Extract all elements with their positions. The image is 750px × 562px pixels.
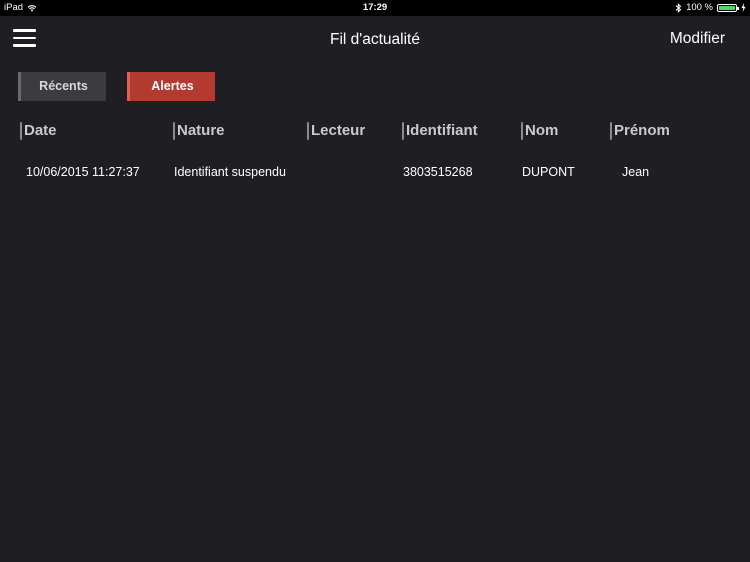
bluetooth-icon	[675, 2, 682, 13]
column-header-prenom[interactable]: Prénom	[610, 118, 670, 144]
column-header-date[interactable]: Date	[20, 118, 57, 144]
column-divider	[173, 122, 175, 140]
cell-identifiant: 3803515268	[403, 165, 473, 179]
column-header-lecteur[interactable]: Lecteur	[307, 118, 365, 144]
navigation-bar: Fil d'actualité Modifier	[0, 16, 750, 62]
cell-prenom: Jean	[622, 165, 650, 179]
column-divider	[610, 122, 612, 140]
column-header-label: Prénom	[614, 122, 670, 139]
column-header-nature[interactable]: Nature	[173, 118, 225, 144]
table-header: Date Nature Lecteur Identifiant Nom Prén…	[0, 118, 750, 144]
tab-alertes[interactable]: Alertes	[127, 72, 215, 101]
status-right: 100 %	[675, 2, 746, 13]
column-divider	[521, 122, 523, 140]
tab-recents[interactable]: Récents	[18, 72, 106, 101]
column-header-label: Lecteur	[311, 122, 366, 139]
column-divider	[402, 122, 404, 140]
page-title: Fil d'actualité	[330, 31, 420, 48]
column-header-label: Nom	[525, 122, 559, 139]
column-header-label: Date	[24, 122, 57, 139]
column-header-label: Nature	[177, 122, 225, 139]
charging-icon	[741, 3, 746, 12]
table-row[interactable]: 10/06/2015 11:27:37 Identifiant suspendu…	[0, 160, 750, 184]
column-divider	[20, 122, 22, 140]
status-time: 17:29	[362, 2, 388, 13]
column-header-identifiant[interactable]: Identifiant	[402, 118, 478, 144]
column-header-label: Identifiant	[406, 122, 478, 139]
status-bar: iPad 17:29 100 %	[0, 0, 750, 16]
cell-nature: Identifiant suspendu	[174, 165, 286, 179]
battery-icon	[717, 3, 739, 12]
cell-date: 10/06/2015 11:27:37	[26, 165, 140, 179]
battery-percent: 100 %	[686, 2, 713, 13]
cell-nom: DUPONT	[522, 165, 575, 179]
modifier-button[interactable]: Modifier	[670, 30, 725, 48]
column-divider	[307, 122, 309, 140]
column-header-nom[interactable]: Nom	[521, 118, 558, 144]
